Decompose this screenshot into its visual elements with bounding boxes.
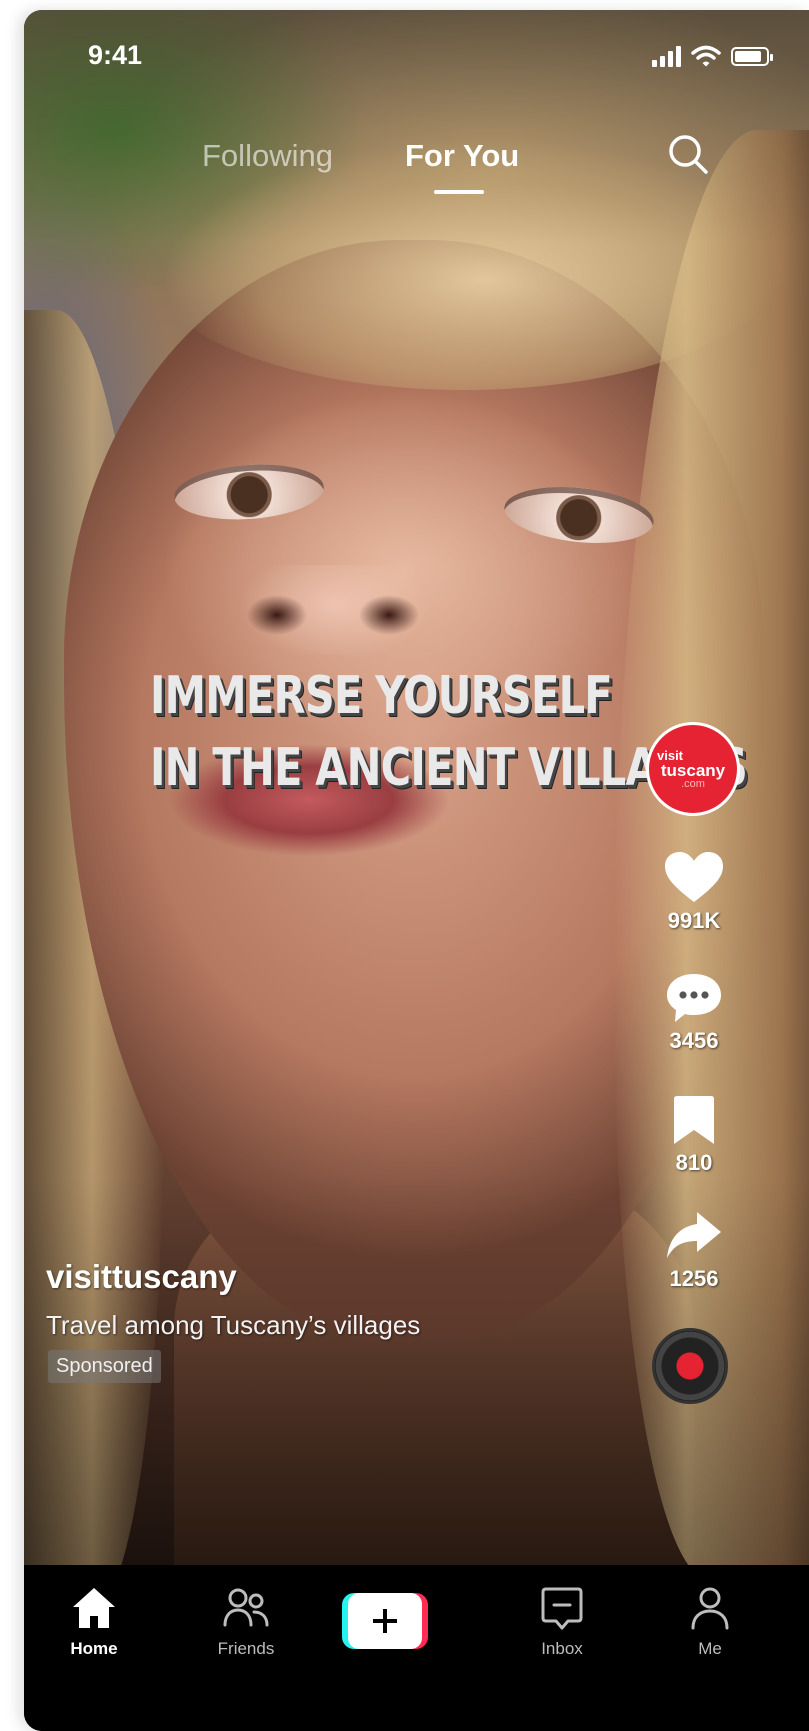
save-button[interactable]: 810 (654, 1092, 734, 1176)
sponsored-badge: Sponsored (48, 1350, 161, 1383)
like-button[interactable]: 991K (654, 850, 734, 934)
share-icon (667, 1212, 721, 1258)
comment-icon (667, 974, 721, 1022)
nav-inbox-label: Inbox (541, 1639, 583, 1658)
status-icons (652, 44, 773, 68)
search-icon[interactable] (664, 130, 712, 178)
avatar-logo-text: tuscany (660, 760, 726, 780)
friends-icon (223, 1588, 269, 1627)
plus-icon (373, 1609, 397, 1633)
share-count: 1256 (669, 1266, 719, 1291)
profile-icon (691, 1587, 729, 1630)
home-icon (73, 1588, 115, 1628)
bookmark-icon (674, 1096, 714, 1144)
nav-friends-label: Friends (217, 1639, 275, 1658)
avatar-logo-text: visit (657, 747, 684, 763)
nav-inbox[interactable]: Inbox (502, 1585, 622, 1659)
creator-avatar[interactable]: visit tuscany .com (646, 722, 740, 816)
status-time: 9:41 (88, 40, 143, 70)
save-count: 810 (675, 1150, 713, 1175)
nav-home-label: Home (70, 1639, 118, 1658)
tab-for-you[interactable]: For You (405, 138, 519, 174)
nav-home[interactable]: Home (34, 1585, 154, 1659)
inbox-icon (541, 1587, 583, 1630)
music-disc-icon[interactable] (652, 1328, 728, 1404)
create-button-face (348, 1593, 422, 1649)
nav-me-label: Me (698, 1639, 722, 1658)
battery-fill (735, 50, 761, 62)
heart-icon (665, 852, 723, 902)
like-count: 991K (667, 908, 721, 933)
avatar-logo-text: .com (681, 777, 705, 790)
comment-count: 3456 (669, 1028, 719, 1053)
battery-icon (731, 46, 773, 66)
overlay-line: IMMERSE YOURSELF (150, 666, 613, 726)
create-button[interactable] (342, 1593, 428, 1649)
tab-active-indicator (434, 190, 484, 194)
tab-following[interactable]: Following (202, 138, 333, 174)
creator-username[interactable]: visittuscany (46, 1258, 237, 1296)
bottom-navigation: Home Friends Inbox Me (24, 1565, 809, 1731)
video-overlay-text: IMMERSE YOURSELF IN THE ANCIENT VILLAGES (150, 660, 748, 804)
share-button[interactable]: 1256 (654, 1208, 734, 1292)
comment-button[interactable]: 3456 (654, 970, 734, 1054)
overlay-line: IN THE ANCIENT VILLAGES (150, 738, 748, 798)
post-caption: Travel among Tuscany’s villages (46, 1310, 421, 1340)
nav-me[interactable]: Me (650, 1585, 770, 1659)
nav-friends[interactable]: Friends (186, 1585, 306, 1659)
cellular-signal-icon (652, 45, 681, 67)
wifi-icon (691, 45, 721, 67)
phone-screen: 9:41 Following For You IMMERSE YOURSELF … (24, 10, 809, 1731)
